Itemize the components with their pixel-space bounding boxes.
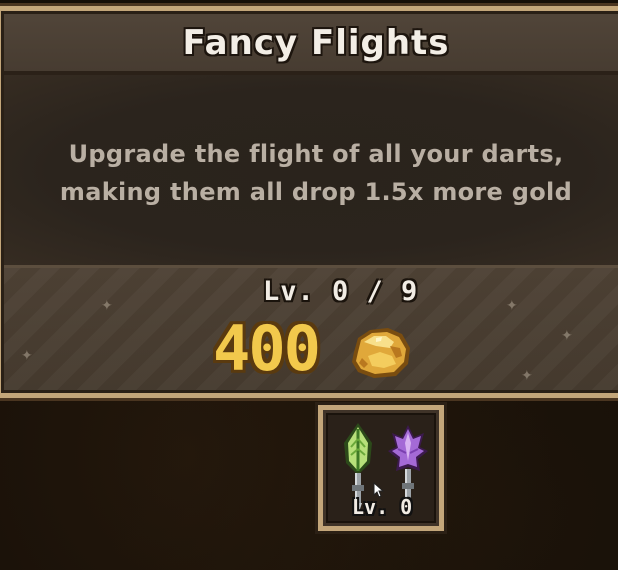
upgrade-card[interactable]: Fancy Flights Upgrade the flight of all …	[0, 3, 618, 401]
description-panel: Upgrade the flight of all your darts, ma…	[1, 75, 618, 265]
sparkle-icon: ✦	[561, 328, 573, 344]
item-slot-level: Lv. 0	[352, 495, 413, 519]
sparkle-icon: ✦	[506, 298, 518, 314]
cost-panel[interactable]: ✦ ✦ ✦ ✦ ✦ Lv. 0 / 9 400	[1, 265, 618, 393]
upgrade-description: Upgrade the flight of all your darts, ma…	[1, 135, 618, 211]
upgrade-level: Lv. 0 / 9	[263, 276, 419, 307]
sparkle-icon: ✦	[101, 298, 113, 314]
upgrade-title: Fancy Flights	[182, 23, 450, 63]
item-slot-inner: Lv. 0	[326, 413, 436, 523]
sparkle-icon: ✦	[521, 368, 533, 384]
description-line: Upgrade the flight of all your darts,	[68, 140, 564, 168]
sparkle-icon: ✦	[21, 348, 33, 364]
description-line: making them all drop 1.5x more gold	[59, 178, 573, 206]
upgrade-cost: 400	[213, 312, 321, 385]
gold-nugget-icon	[352, 328, 410, 378]
item-slot[interactable]: Lv. 0	[315, 402, 447, 534]
